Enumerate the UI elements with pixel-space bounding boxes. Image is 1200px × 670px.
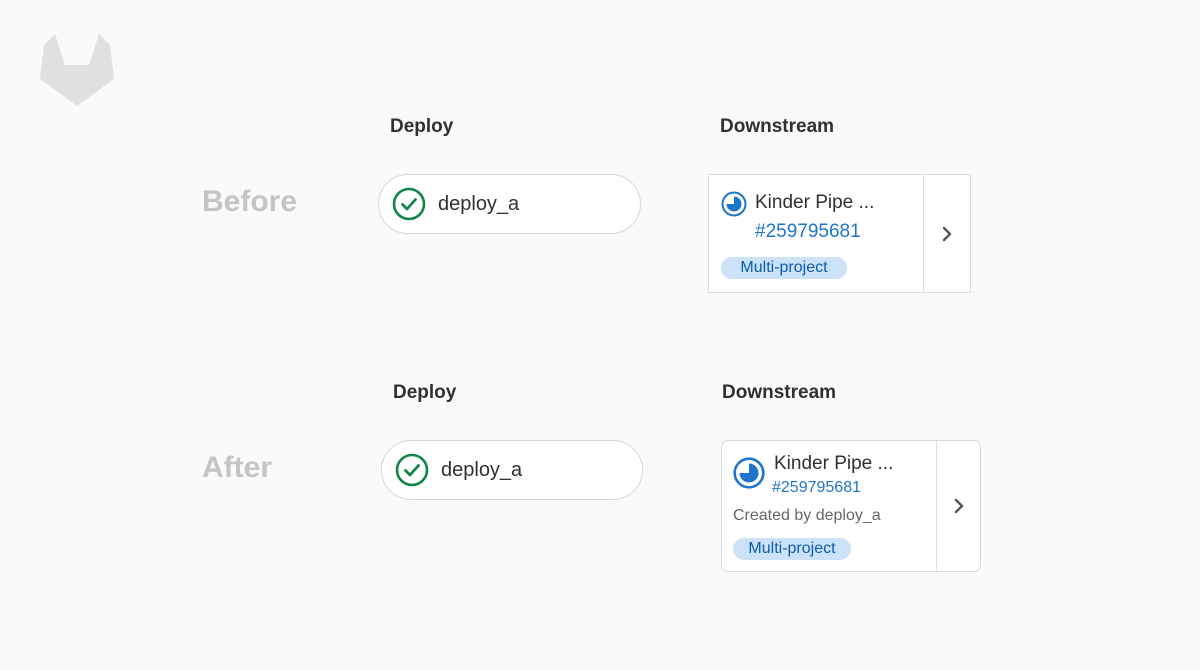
before-downstream-header: Downstream (720, 116, 835, 137)
status-running-icon (721, 191, 747, 217)
before-job-pill-deploy-a[interactable]: deploy_a (378, 174, 641, 234)
status-running-icon (733, 457, 765, 489)
after-job-pill-deploy-a[interactable]: deploy_a (381, 440, 643, 500)
status-success-icon (392, 187, 426, 221)
before-job-name: deploy_a (438, 192, 520, 215)
gitlab-tanuki-icon (40, 34, 114, 106)
after-row-label: After (202, 451, 273, 484)
chevron-right-icon (954, 498, 963, 514)
after-expand-pipeline-button[interactable] (936, 441, 980, 571)
chevron-right-icon (942, 226, 952, 241)
before-pipeline-id-link[interactable]: #259795681 (755, 221, 861, 243)
status-success-icon (395, 453, 429, 487)
before-row-label: Before (202, 185, 298, 218)
after-pipeline-id-link[interactable]: #259795681 (772, 479, 861, 497)
after-downstream-pipeline-main[interactable]: Kinder Pipe ... #259795681 Created by de… (722, 441, 936, 571)
before-pipeline-name: Kinder Pipe ... (755, 192, 875, 213)
after-downstream-pipeline-card[interactable]: Kinder Pipe ... #259795681 Created by de… (721, 440, 981, 572)
before-deploy-stage-header: Deploy (390, 116, 454, 137)
after-created-by-text: Created by deploy_a (733, 507, 881, 524)
comparison-canvas: Before Deploy Downstream deploy_a Kinder… (0, 0, 1200, 670)
after-multi-project-badge: Multi-project (733, 538, 851, 560)
before-downstream-pipeline-card[interactable]: Kinder Pipe ... #259795681 Multi-project (708, 174, 971, 293)
before-expand-pipeline-button[interactable] (923, 175, 970, 292)
before-multi-project-badge: Multi-project (721, 257, 847, 279)
before-downstream-pipeline-main[interactable]: Kinder Pipe ... #259795681 Multi-project (709, 175, 923, 292)
after-downstream-header: Downstream (722, 382, 837, 403)
after-pipeline-name: Kinder Pipe ... (774, 453, 894, 474)
after-deploy-stage-header: Deploy (393, 382, 457, 403)
after-job-name: deploy_a (441, 458, 523, 481)
